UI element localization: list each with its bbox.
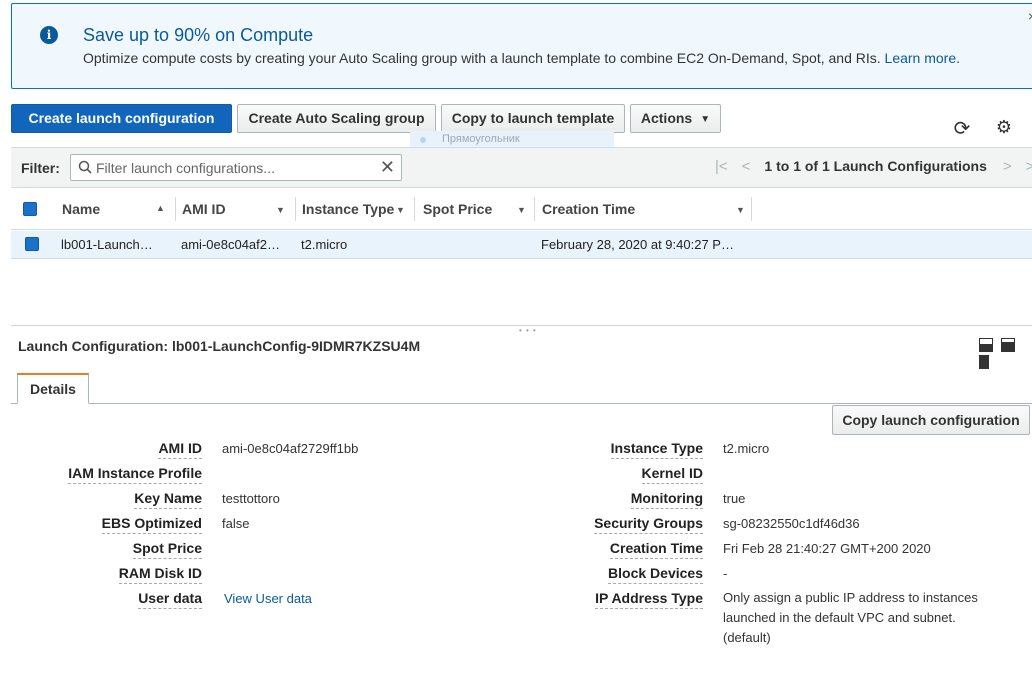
column-divider (534, 197, 535, 221)
detail-value: - (723, 566, 728, 581)
row-checkbox[interactable] (25, 237, 39, 251)
tab-details[interactable]: Details (17, 373, 89, 404)
detail-label: Kernel ID (641, 465, 703, 484)
sort-icon: ▼ (276, 205, 285, 215)
detail-label: AMI ID (158, 440, 202, 459)
detail-value: sg-08232550c1df46d36 (723, 516, 860, 531)
column-ami-label: AMI ID (182, 201, 226, 217)
sort-icon: ▼ (517, 205, 526, 215)
cell-instance-type: t2.micro (301, 237, 348, 252)
pagination-summary: 1 to 1 of 1 Launch Configurations (764, 158, 987, 174)
banner-link-suffix: . (956, 50, 961, 66)
create-auto-scaling-group-button[interactable]: Create Auto Scaling group (237, 104, 436, 133)
detail-label: IAM Instance Profile (68, 465, 202, 484)
refresh-icon[interactable]: ⟳ (951, 118, 973, 140)
detail-label: IP Address Type (595, 590, 703, 609)
detail-label: Spot Price (132, 540, 202, 559)
column-spot-price-label: Spot Price (423, 201, 493, 217)
next-page-icon[interactable]: > (1003, 158, 1012, 175)
pagination: |< <1 to 1 of 1 Launch Configurations > >| (715, 158, 1032, 175)
column-creation-time-label: Creation Time (542, 201, 636, 217)
tab-bar-line (11, 403, 1032, 404)
sort-icon: ▼ (396, 205, 405, 215)
pane-layout-controls (979, 338, 1032, 372)
cell-spot-price (422, 231, 532, 259)
sort-icon: ▼ (736, 205, 745, 215)
actions-dropdown[interactable]: Actions ▼ (630, 104, 721, 133)
column-header-instance-type[interactable]: Instance Type ▼ (302, 189, 412, 230)
column-header-spot-price[interactable]: Spot Price ▼ (423, 189, 533, 230)
detail-value: testtottoro (222, 491, 280, 506)
clear-filter-icon[interactable]: ✕ (380, 157, 395, 178)
column-divider (414, 197, 415, 221)
info-icon: i (40, 26, 58, 44)
pane-layout-split-icon[interactable] (1001, 338, 1015, 352)
prev-page-icon[interactable]: < (742, 158, 751, 175)
detail-label: Creation Time (609, 540, 703, 559)
banner-title: Save up to 90% on Compute (83, 25, 314, 45)
column-header-creation-time[interactable]: Creation Time ▼ (542, 189, 752, 230)
column-name-label: Name (62, 201, 101, 217)
close-icon[interactable]: × (1028, 8, 1032, 24)
search-icon (78, 160, 92, 174)
copy-launch-configuration-button[interactable]: Copy launch configuration (832, 405, 1030, 435)
detail-label: RAM Disk ID (118, 565, 202, 584)
last-page-icon[interactable]: >| (1026, 158, 1032, 175)
chevron-down-icon: ▼ (700, 114, 711, 125)
create-launch-configuration-button[interactable]: Create launch configuration (11, 104, 232, 133)
cell-name: lb001-Launch… (61, 237, 153, 252)
filter-input-container[interactable]: ✕ (70, 154, 402, 181)
detail-label: Key Name (134, 490, 202, 509)
actions-label: Actions (640, 110, 693, 126)
first-page-icon[interactable]: |< (715, 158, 728, 175)
resize-grip-icon[interactable]: • • • (519, 326, 537, 335)
filter-label: Filter: (21, 160, 60, 176)
detail-value: Fri Feb 28 21:40:27 GMT+200 2020 (723, 541, 931, 556)
detail-value: ami-0e8c04af2729ff1bb (222, 441, 359, 456)
pane-layout-full-icon[interactable] (979, 355, 989, 369)
pane-layout-bottom-icon[interactable] (979, 338, 993, 352)
detail-label: Security Groups (594, 515, 703, 534)
detail-value: false (222, 516, 250, 531)
column-instance-type-label: Instance Type (302, 201, 395, 217)
table-row[interactable]: lb001-Launch… ami-0e8c04af2… t2.micro Fe… (11, 231, 1032, 259)
promo-banner: i Save up to 90% on Compute Optimize com… (11, 3, 1032, 89)
column-divider (751, 197, 752, 221)
detail-label: Monitoring (630, 490, 703, 509)
detail-value: t2.micro (723, 441, 770, 456)
banner-message: Optimize compute costs by creating your … (83, 50, 960, 66)
launch-configuration-title: Launch Configuration: lb001-LaunchConfig… (18, 338, 421, 354)
table-header: Name ▲ AMI ID ▼ Instance Type ▼ Spot Price ▼… (11, 189, 1032, 230)
column-divider (175, 197, 176, 221)
select-all-checkbox[interactable] (23, 202, 37, 216)
gear-icon[interactable]: ⚙ (994, 117, 1014, 137)
detail-label: EBS Optimized (101, 515, 202, 534)
sort-asc-icon: ▲ (156, 203, 165, 213)
detail-value: true (723, 491, 746, 506)
detail-value: Only assign a public IP address to insta… (723, 590, 978, 645)
view-user-data-link[interactable]: View User data (224, 591, 312, 606)
detail-label: User data (138, 590, 202, 609)
filter-bar: Filter: ✕ |< <1 to 1 of 1 Launch Configur… (11, 147, 1032, 188)
column-header-ami-id[interactable]: AMI ID ▼ (182, 189, 292, 230)
banner-message-text: Optimize compute costs by creating your … (83, 50, 881, 66)
detail-value: View User data (224, 591, 312, 606)
cell-creation-time: February 28, 2020 at 9:40:27 P… (541, 237, 734, 252)
detail-label: Block Devices (608, 565, 703, 584)
column-header-name[interactable]: Name ▲ (62, 189, 172, 230)
cell-ami-id: ami-0e8c04af2… (181, 237, 280, 252)
detail-label: Instance Type (610, 440, 703, 459)
column-divider (295, 197, 296, 221)
filter-input[interactable] (96, 158, 376, 178)
copy-to-launch-template-button[interactable]: Copy to launch template (441, 104, 625, 133)
learn-more-link[interactable]: Learn more (885, 50, 957, 66)
